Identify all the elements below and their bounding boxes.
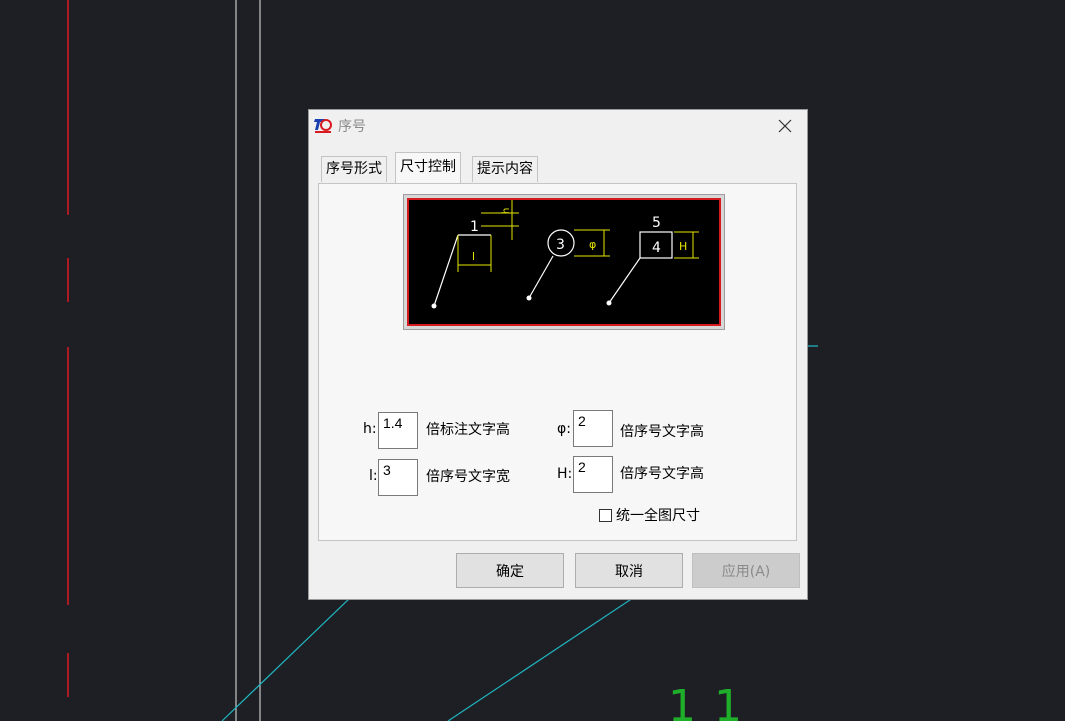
- canvas-digits: 1 1: [668, 681, 744, 721]
- leader-dot: [526, 295, 532, 301]
- phi-input[interactable]: 2: [573, 410, 613, 447]
- serial-number-dialog: 序号 序号形式 尺寸控制 提示内容 1 h l 3 φ 5 4 H h: 1.4…: [308, 109, 808, 600]
- preview-svg: 1 h l 3 φ 5 4 H: [431, 200, 699, 309]
- preview-label-phi: φ: [589, 238, 596, 251]
- phi-label: φ:: [557, 421, 571, 437]
- preview-circle-label: 3: [556, 237, 565, 253]
- H-input[interactable]: 2: [573, 456, 613, 493]
- cyan-diagonal-line: [447, 579, 661, 721]
- tab-size-control[interactable]: 尺寸控制: [395, 152, 461, 183]
- h-desc: 倍标注文字高: [426, 422, 510, 438]
- leader-dot: [606, 300, 612, 306]
- preview-label-l: l: [472, 250, 475, 263]
- close-icon: [778, 119, 792, 132]
- leader-dot: [431, 303, 437, 309]
- preview-frame: 1 h l 3 φ 5 4 H: [403, 194, 725, 330]
- cancel-button[interactable]: 取消: [575, 553, 683, 588]
- app-logo-icon: [314, 119, 332, 133]
- ok-button[interactable]: 确定: [456, 553, 564, 588]
- leader-line: [433, 234, 459, 307]
- size-control-panel: 1 h l 3 φ 5 4 H h: 1.4 倍标注文字高 φ: 2 倍序号文字…: [318, 183, 797, 541]
- l-label: l:: [369, 468, 378, 484]
- close-button[interactable]: [763, 110, 807, 141]
- preview-diagram: 1 h l 3 φ 5 4 H: [407, 198, 721, 326]
- preview-label-H: H: [679, 240, 687, 253]
- dialog-title: 序号: [338, 119, 366, 135]
- uniform-size-checkbox-row[interactable]: 统一全图尺寸: [599, 505, 700, 525]
- preview-box-top: 5: [652, 215, 661, 231]
- uniform-size-checkbox[interactable]: [599, 508, 612, 522]
- leader-line: [608, 257, 641, 304]
- preview-label-h: h: [501, 208, 512, 214]
- tab-hint-content[interactable]: 提示内容: [472, 156, 538, 182]
- h-label: h:: [363, 421, 377, 437]
- h-input[interactable]: 1.4: [378, 412, 418, 449]
- dialog-titlebar[interactable]: 序号: [309, 110, 807, 141]
- preview-label-1: 1: [470, 219, 479, 235]
- uniform-size-label: 统一全图尺寸: [616, 508, 700, 524]
- phi-desc: 倍序号文字高: [620, 424, 704, 440]
- tab-serial-format[interactable]: 序号形式: [321, 156, 387, 182]
- apply-button[interactable]: 应用(A): [692, 553, 800, 588]
- H-label: H:: [557, 466, 573, 482]
- leader-line: [528, 255, 554, 299]
- preview-box-bottom: 4: [652, 240, 661, 256]
- H-desc: 倍序号文字高: [620, 466, 704, 482]
- l-desc: 倍序号文字宽: [426, 469, 510, 485]
- l-input[interactable]: 3: [378, 459, 418, 496]
